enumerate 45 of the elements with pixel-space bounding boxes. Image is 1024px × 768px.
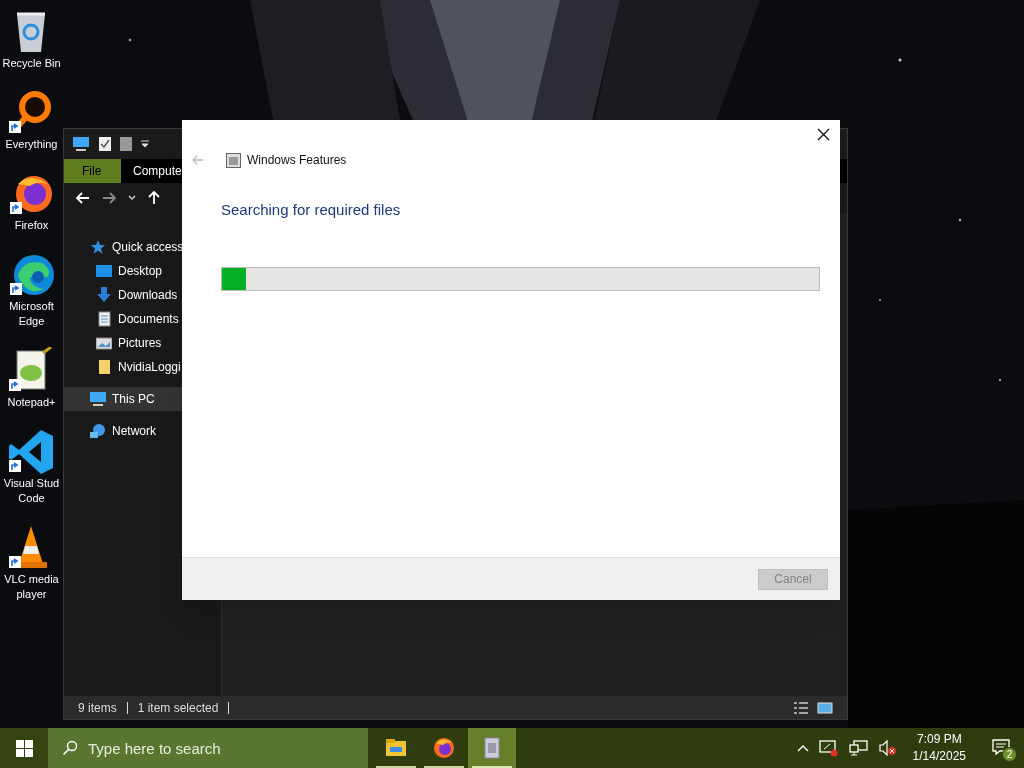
search-icon: [62, 740, 78, 756]
window-title: Windows Features: [247, 152, 347, 169]
dialog-heading: Searching for required files: [221, 200, 401, 220]
muted-speaker-icon[interactable]: [878, 740, 897, 756]
icon-label[interactable]: Microsoft Edge: [9, 299, 54, 329]
clock-time[interactable]: 7:09 PM: [916, 731, 962, 748]
forward-arrow-icon[interactable]: [102, 192, 116, 204]
download-arrow-icon: [96, 287, 112, 303]
code-logo-icon[interactable]: [7, 428, 56, 474]
desktop-icon: [96, 263, 112, 279]
icon-label[interactable]: Visual Stud Code: [3, 476, 60, 506]
window-icon: [226, 152, 241, 168]
window-stack-icon: [481, 737, 503, 759]
icon-label[interactable]: Recycle Bin: [2, 56, 61, 71]
picture-frame-icon: [96, 335, 112, 351]
icon-label[interactable]: Firefox: [14, 218, 49, 233]
computer-icon[interactable]: [72, 136, 90, 152]
properties-icon[interactable]: [98, 136, 112, 152]
star-icon: [90, 239, 106, 255]
chevron-down-icon[interactable]: [128, 195, 136, 201]
dropdown-icon[interactable]: [140, 139, 150, 149]
icon-label[interactable]: Notepad+: [7, 395, 56, 410]
notification-badge: 2: [1002, 747, 1017, 762]
document-icon: [96, 311, 112, 327]
fox-globe-icon: [433, 737, 455, 759]
details-view-icon[interactable]: [793, 701, 809, 714]
up-arrow-icon[interactable]: [148, 191, 160, 205]
start-button[interactable]: [0, 728, 48, 768]
display-icon[interactable]: [818, 739, 839, 757]
windows-logo-icon: [15, 739, 33, 757]
chevron-up-icon[interactable]: [796, 744, 809, 752]
network-globe-icon: [90, 423, 106, 439]
search-field[interactable]: Type here to search: [48, 728, 368, 768]
network-icon[interactable]: [848, 739, 869, 757]
computer-icon: [90, 391, 106, 407]
taskbar-app-button[interactable]: [468, 728, 516, 768]
icon-label[interactable]: VLC media player: [4, 572, 59, 602]
status-text: 9 items: [78, 701, 128, 714]
close-icon[interactable]: [817, 128, 830, 141]
large-icons-view-icon[interactable]: [817, 701, 833, 714]
icon-label[interactable]: Everything: [5, 137, 58, 152]
clock-date[interactable]: 1/14/2025: [912, 748, 966, 765]
ribbon-tab[interactable]: Compute: [121, 159, 182, 183]
ribbon-tab[interactable]: File: [64, 159, 121, 183]
status-text: 1 item selected: [137, 701, 230, 714]
